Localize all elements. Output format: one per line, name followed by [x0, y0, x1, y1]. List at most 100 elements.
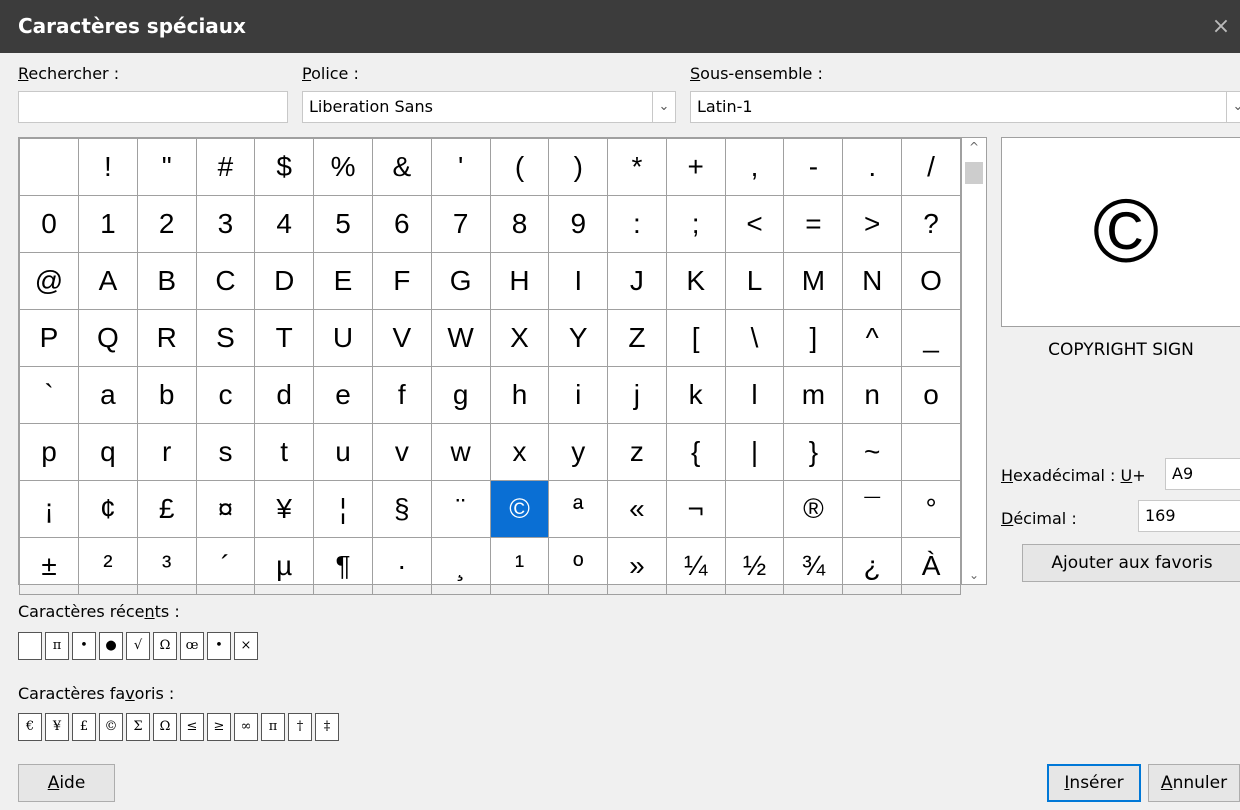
character-cell[interactable]: d	[254, 366, 315, 424]
character-cell[interactable]: 1	[78, 195, 138, 253]
character-cell[interactable]: 7	[430, 195, 491, 253]
favorite-character-cell[interactable]: ≤	[180, 713, 204, 741]
favorite-character-cell[interactable]: †	[288, 713, 312, 741]
favorite-character-cell[interactable]: £	[72, 713, 96, 741]
character-cell[interactable]: ^	[842, 309, 903, 367]
character-cell[interactable]: F	[371, 252, 432, 310]
character-cell[interactable]: m	[783, 366, 844, 424]
character-cell[interactable]: ²	[78, 537, 138, 595]
character-cell[interactable]: µ	[254, 537, 315, 595]
cancel-button[interactable]: Annuler	[1148, 764, 1240, 802]
character-cell[interactable]: D	[254, 252, 315, 310]
recent-character-cell[interactable]: π	[45, 632, 69, 660]
character-cell[interactable]: s	[195, 423, 256, 481]
character-cell[interactable]: 0	[18, 195, 80, 253]
favorite-character-cell[interactable]: π	[261, 713, 285, 741]
character-cell[interactable]: «	[607, 480, 667, 538]
character-cell[interactable]: %	[313, 138, 373, 196]
character-cell[interactable]: ¡	[18, 480, 80, 538]
character-cell[interactable]: ±	[18, 537, 80, 595]
character-cell[interactable]: ;	[665, 195, 726, 253]
character-cell[interactable]: $	[254, 138, 315, 196]
character-cell[interactable]: q	[78, 423, 138, 481]
character-cell[interactable]: a	[78, 366, 138, 424]
favorite-character-cell[interactable]: ≥	[207, 713, 231, 741]
character-cell[interactable]: P	[18, 309, 80, 367]
character-cell[interactable]: C	[195, 252, 256, 310]
character-cell[interactable]: &	[371, 138, 432, 196]
character-cell[interactable]: ¬	[665, 480, 726, 538]
character-cell[interactable]: /	[901, 138, 961, 196]
favorite-character-cell[interactable]: €	[18, 713, 42, 741]
scrollbar-thumb[interactable]	[965, 162, 983, 184]
character-cell[interactable]: j	[607, 366, 667, 424]
character-cell[interactable]: l	[724, 366, 785, 424]
recent-character-cell[interactable]: ●	[99, 632, 123, 660]
character-cell[interactable]: )	[548, 138, 609, 196]
character-cell[interactable]: _	[901, 309, 961, 367]
character-cell[interactable]: U	[313, 309, 373, 367]
character-cell[interactable]: À	[901, 537, 961, 595]
character-cell[interactable]: !	[78, 138, 138, 196]
character-cell[interactable]: E	[313, 252, 373, 310]
search-input[interactable]	[18, 91, 288, 123]
character-cell[interactable]: ¥	[254, 480, 315, 538]
decimal-input[interactable]: 169	[1138, 500, 1240, 532]
character-cell[interactable]: `	[18, 366, 80, 424]
recent-character-cell[interactable]: Ω	[153, 632, 177, 660]
character-cell[interactable]: V	[371, 309, 432, 367]
favorite-character-cell[interactable]: ‡	[315, 713, 339, 741]
help-button[interactable]: Aide	[18, 764, 115, 802]
character-cell[interactable]: |	[724, 423, 785, 481]
scroll-up-icon[interactable]: ^	[962, 140, 986, 154]
character-cell[interactable]: 9	[548, 195, 609, 253]
character-cell[interactable]: e	[313, 366, 373, 424]
character-cell[interactable]: ¦	[313, 480, 373, 538]
character-cell[interactable]: °	[901, 480, 961, 538]
character-cell[interactable]: 3	[195, 195, 256, 253]
character-cell[interactable]: r	[136, 423, 197, 481]
character-cell[interactable]: W	[430, 309, 491, 367]
character-cell[interactable]: +	[665, 138, 726, 196]
character-cell[interactable]: H	[489, 252, 550, 310]
character-cell[interactable]: O	[901, 252, 961, 310]
character-cell[interactable]	[901, 423, 961, 481]
character-cell[interactable]: ³	[136, 537, 197, 595]
recent-character-cell[interactable]: •	[72, 632, 96, 660]
favorite-character-cell[interactable]: ∞	[234, 713, 258, 741]
character-cell[interactable]: >	[842, 195, 903, 253]
character-cell[interactable]: º	[548, 537, 609, 595]
recent-character-cell[interactable]: œ	[180, 632, 204, 660]
character-cell[interactable]: {	[665, 423, 726, 481]
character-cell[interactable]: G	[430, 252, 491, 310]
character-cell[interactable]: v	[371, 423, 432, 481]
character-cell[interactable]: 5	[313, 195, 373, 253]
character-cell[interactable]: B	[136, 252, 197, 310]
character-cell[interactable]: ½	[724, 537, 785, 595]
character-cell[interactable]: ¸	[430, 537, 491, 595]
character-cell[interactable]: ¾	[783, 537, 844, 595]
character-cell[interactable]: ¨	[430, 480, 491, 538]
character-cell[interactable]: ¢	[78, 480, 138, 538]
character-cell[interactable]: ¶	[313, 537, 373, 595]
recent-character-cell[interactable]: ×	[234, 632, 258, 660]
close-icon[interactable]: ×	[1206, 0, 1236, 53]
character-cell[interactable]: A	[78, 252, 138, 310]
favorite-character-cell[interactable]: Σ	[126, 713, 150, 741]
character-cell[interactable]: ,	[724, 138, 785, 196]
add-to-favorites-button[interactable]: Ajouter aux favoris	[1022, 544, 1240, 582]
character-cell[interactable]: \	[724, 309, 785, 367]
character-cell[interactable]: o	[901, 366, 961, 424]
character-cell[interactable]: w	[430, 423, 491, 481]
character-cell[interactable]: M	[783, 252, 844, 310]
chevron-down-icon[interactable]: ⌄	[652, 92, 675, 122]
character-cell[interactable]: 4	[254, 195, 315, 253]
character-cell[interactable]: g	[430, 366, 491, 424]
character-cell[interactable]: ª	[548, 480, 609, 538]
grid-scrollbar[interactable]: ^ ⌄	[962, 137, 987, 585]
favorite-character-cell[interactable]: ©	[99, 713, 123, 741]
character-cell[interactable]: K	[665, 252, 726, 310]
character-cell[interactable]: b	[136, 366, 197, 424]
character-cell[interactable]: #	[195, 138, 256, 196]
character-cell[interactable]: S	[195, 309, 256, 367]
